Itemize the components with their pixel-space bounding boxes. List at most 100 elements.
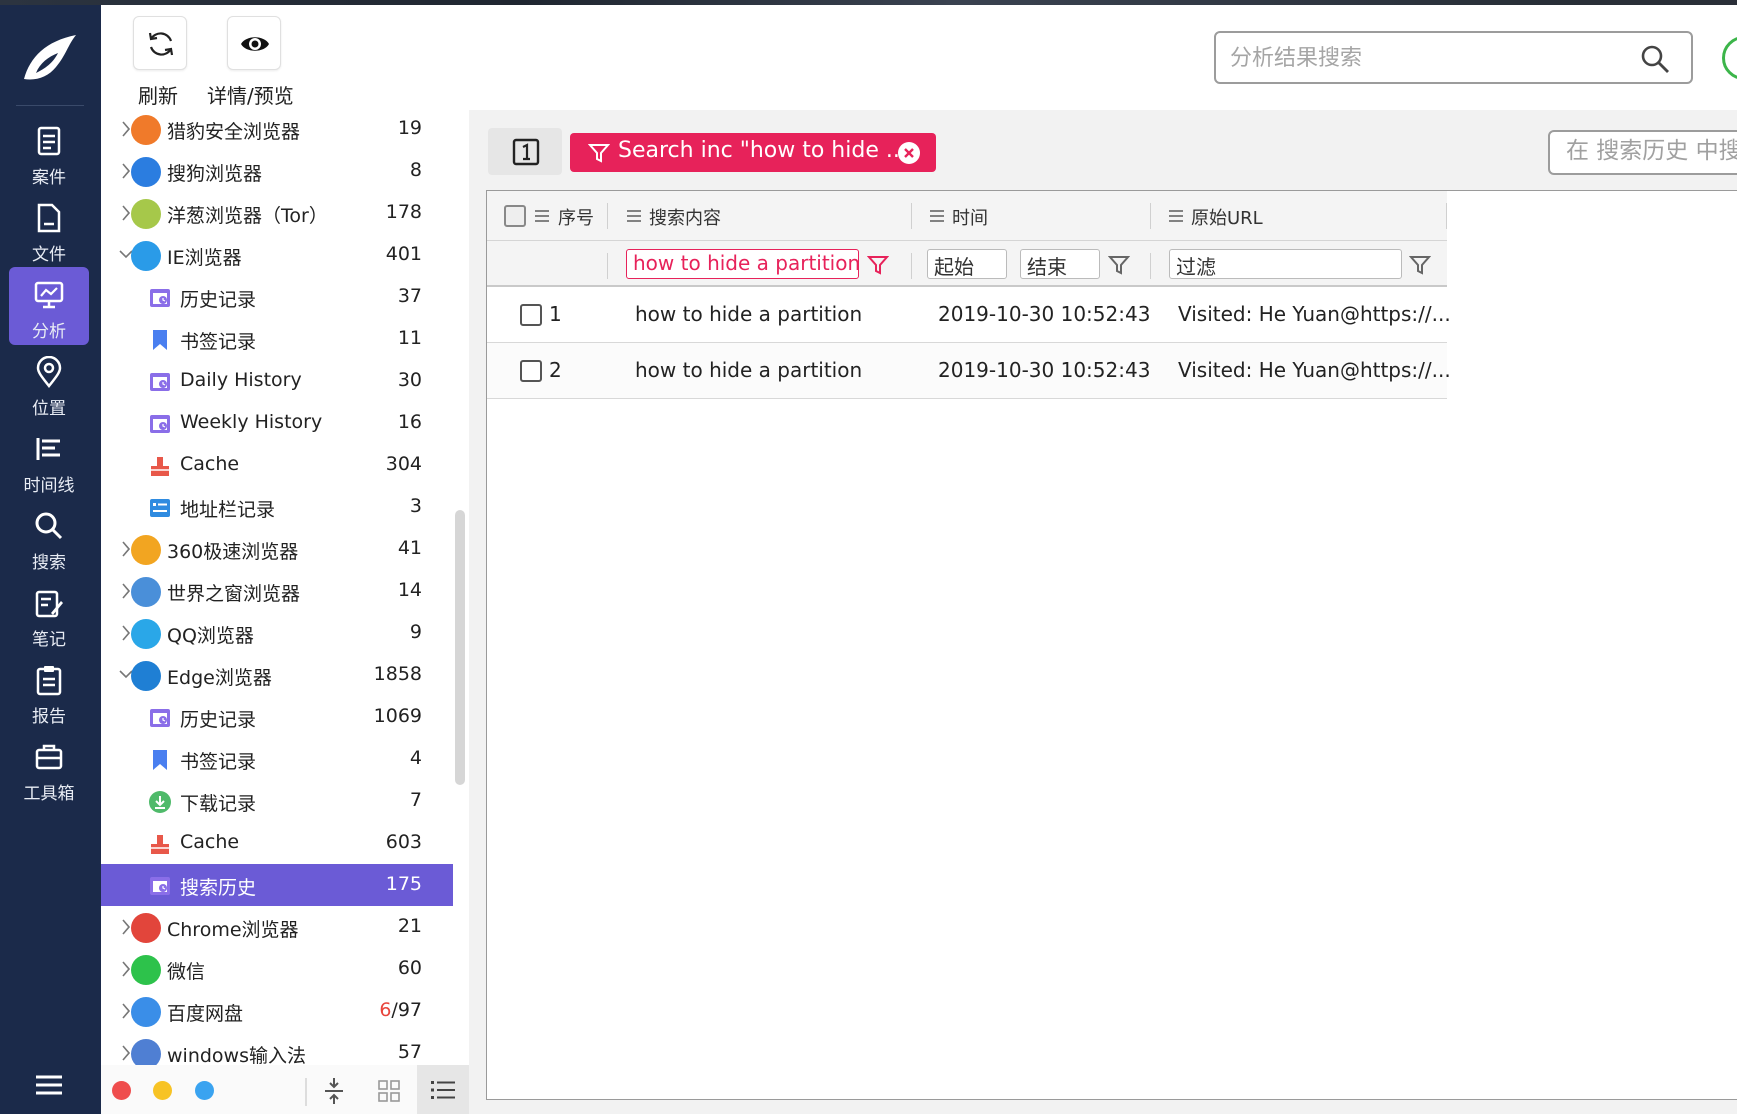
tree-node[interactable]: 微信 60: [101, 948, 453, 990]
tree-label: windows输入法: [167, 1045, 306, 1065]
end-time-input[interactable]: 结束: [1020, 249, 1100, 279]
tree-leaf[interactable]: 地址栏记录 3: [101, 486, 453, 528]
tree-count: 21: [397, 915, 422, 937]
tree-leaf[interactable]: Cache 304: [101, 444, 453, 486]
header-url[interactable]: 原始URL: [1191, 204, 1263, 230]
cell-time: 2019-10-30 10:52:43: [938, 302, 1151, 326]
column-menu-icon[interactable]: [535, 209, 549, 223]
select-all-checkbox[interactable]: [504, 205, 526, 227]
tree-node[interactable]: 360极速浏览器 41: [101, 528, 453, 570]
tree-scrollbar[interactable]: [455, 510, 465, 785]
download-icon: [148, 790, 172, 814]
app-logo-icon: [24, 35, 76, 80]
results-table: 序号 搜索内容 时间 原始URL how to hide a partition…: [486, 190, 1737, 1100]
nav-item-location[interactable]: 位置: [9, 344, 89, 422]
tree-leaf[interactable]: 下载记录 7: [101, 780, 453, 822]
tree-label: IE浏览器: [167, 247, 242, 269]
filter-icon[interactable]: [1108, 254, 1130, 276]
tree-node[interactable]: QQ浏览器 9: [101, 612, 453, 654]
refresh-button[interactable]: [133, 16, 187, 70]
tree-node[interactable]: windows输入法 57: [101, 1032, 453, 1065]
tree-leaf[interactable]: Cache 603: [101, 822, 453, 864]
preview-button[interactable]: [227, 16, 281, 70]
column-menu-icon[interactable]: [627, 209, 641, 223]
history-search-box[interactable]: [1548, 130, 1737, 175]
row-checkbox[interactable]: [520, 304, 542, 326]
search-icon[interactable]: [1639, 43, 1671, 75]
nav-item-toolbox[interactable]: 工具箱: [9, 729, 89, 807]
tree-leaf[interactable]: Daily History 30: [101, 360, 453, 402]
header-time[interactable]: 时间: [952, 204, 988, 230]
nav-item-notes[interactable]: 笔记: [9, 575, 89, 653]
tree-leaf[interactable]: 书签记录 4: [101, 738, 453, 780]
grid-view-icon[interactable]: [378, 1080, 400, 1102]
table-row[interactable]: 1 how to hide a partition 2019-10-30 10:…: [487, 287, 1451, 343]
close-icon[interactable]: [897, 141, 921, 165]
tree-label: 历史记录: [180, 709, 257, 731]
tree-leaf[interactable]: Weekly History 16: [101, 402, 453, 444]
tree-leaf[interactable]: 历史记录 37: [101, 276, 453, 318]
nav-item-file[interactable]: 文件: [9, 190, 89, 268]
tree-leaf[interactable]: 书签记录 11: [101, 318, 453, 360]
history-icon: [148, 286, 172, 310]
table-row[interactable]: 2 how to hide a partition 2019-10-30 10:…: [487, 343, 1451, 399]
tree-leaf[interactable]: 搜索历史 175: [101, 864, 453, 906]
tree-leaf[interactable]: 历史记录 1069: [101, 696, 453, 738]
column-menu-icon[interactable]: [930, 209, 944, 223]
category-tree: 猎豹安全浏览器 19 搜狗浏览器 8 洋葱浏览器（Tor） 178 IE浏览器 401 历史记录…: [101, 110, 453, 1065]
nav-label: 搜索: [32, 553, 66, 573]
collapse-all-icon[interactable]: [322, 1076, 346, 1106]
list-view-button[interactable]: [417, 1065, 469, 1114]
tree-label: 猎豹安全浏览器: [167, 121, 301, 143]
page-counter-button[interactable]: [488, 128, 562, 175]
url-filter-input[interactable]: 过滤: [1169, 249, 1402, 279]
column-divider[interactable]: [1446, 203, 1447, 229]
filter-icon[interactable]: [867, 254, 889, 276]
nav-item-analysis[interactable]: 分析: [9, 267, 89, 345]
nav-item-report[interactable]: 报告: [9, 652, 89, 730]
header-content[interactable]: 搜索内容: [649, 204, 721, 230]
start-time-input[interactable]: 起始: [927, 249, 1007, 279]
tree-node[interactable]: IE浏览器 401: [101, 234, 453, 276]
tree-count-highlight: 6: [379, 999, 392, 1021]
menu-icon[interactable]: [34, 1073, 64, 1097]
column-divider[interactable]: [607, 203, 608, 229]
filter-icon[interactable]: [1409, 254, 1431, 276]
nav-item-timeline[interactable]: 时间线: [9, 421, 89, 499]
cell-url: Visited: He Yuan@https://...: [1178, 358, 1451, 382]
tree-label: 地址栏记录: [180, 499, 276, 521]
active-filter-chip[interactable]: Search inc "how to hide ...: [570, 133, 936, 172]
tree-node[interactable]: 世界之窗浏览器 14: [101, 570, 453, 612]
tree-node[interactable]: Edge浏览器 1858: [101, 654, 453, 696]
refresh-label: 刷新: [138, 84, 178, 108]
tree-node[interactable]: 猎豹安全浏览器 19: [101, 110, 453, 150]
nav-item-search[interactable]: 搜索: [9, 498, 89, 576]
tree-node[interactable]: 百度网盘 6/97: [101, 990, 453, 1032]
yellow-dot-icon[interactable]: [153, 1081, 172, 1100]
analysis-search-input[interactable]: [1230, 41, 1610, 75]
column-divider[interactable]: [1150, 203, 1151, 229]
case-icon: [37, 126, 61, 156]
content-filter-input[interactable]: how to hide a partition: [626, 249, 859, 279]
red-dot-icon[interactable]: [112, 1081, 131, 1100]
nav-divider: [16, 105, 84, 106]
tree-node[interactable]: 搜狗浏览器 8: [101, 150, 453, 192]
row-checkbox[interactable]: [520, 360, 542, 382]
history-search-input[interactable]: [1566, 138, 1737, 164]
left-nav: 案件 文件 分析 位置 时间线 搜索 笔记 报告 工具箱: [0, 5, 101, 1114]
nav-item-case[interactable]: 案件: [9, 113, 89, 191]
blue-dot-icon[interactable]: [195, 1081, 214, 1100]
tree-node[interactable]: Chrome浏览器 21: [101, 906, 453, 948]
header-seq[interactable]: 序号: [558, 204, 594, 230]
location-icon: [36, 356, 62, 388]
column-menu-icon[interactable]: [1169, 209, 1183, 223]
tree-count: 6/97: [379, 999, 422, 1021]
360-browser-icon: [131, 535, 161, 565]
nav-label: 时间线: [23, 476, 75, 496]
column-divider[interactable]: [911, 203, 912, 229]
tree-label: 微信: [167, 961, 206, 983]
tree-node[interactable]: 洋葱浏览器（Tor） 178: [101, 192, 453, 234]
analysis-search-box[interactable]: [1214, 31, 1693, 84]
filter-chip-label: Search inc "how to hide ...: [618, 138, 907, 163]
preview-label: 详情/预览: [207, 84, 294, 108]
